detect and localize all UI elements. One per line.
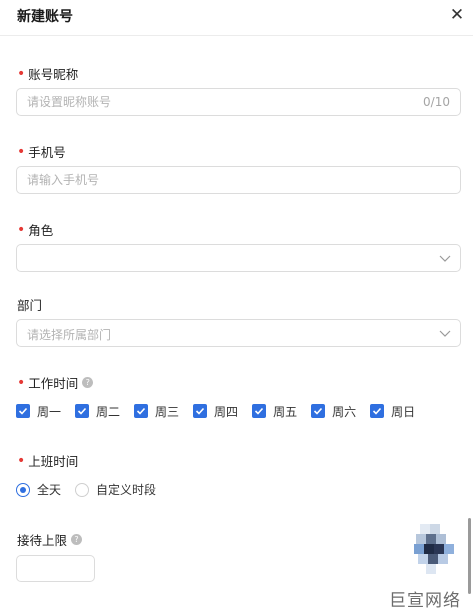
checkbox-checked-icon[interactable]: [311, 404, 326, 418]
checkbox-checked-icon[interactable]: [252, 404, 267, 418]
phone-label-text: 手机号: [28, 145, 66, 160]
weekday-checkbox-wed[interactable]: 周三: [134, 403, 179, 419]
weekday-checkbox-thu[interactable]: 周四: [193, 403, 238, 419]
nickname-input[interactable]: [27, 89, 407, 115]
help-icon[interactable]: ?: [82, 377, 94, 388]
scrollbar[interactable]: [468, 518, 471, 594]
close-icon[interactable]: ✕: [446, 4, 468, 26]
role-label: • 角色: [17, 220, 53, 239]
radio-selected-icon[interactable]: [16, 482, 30, 497]
role-label-text: 角色: [28, 223, 54, 238]
weekday-checkbox-group: 周一 周二 周三 周四 周五 周六 周日: [16, 403, 429, 419]
chevron-down-icon: [439, 330, 451, 337]
weekday-checkbox-fri[interactable]: 周五: [252, 403, 297, 419]
required-mark: •: [17, 221, 26, 238]
reception-limit-label: 接待上限 ?: [17, 530, 83, 549]
weekday-label: 周四: [214, 404, 239, 419]
floating-widget-icon[interactable]: [412, 520, 456, 580]
phone-input[interactable]: [27, 167, 407, 193]
work-time-label-text: 工作时间: [28, 376, 79, 391]
weekday-checkbox-sat[interactable]: 周六: [311, 403, 356, 419]
reception-limit-input[interactable]: [23, 556, 93, 581]
help-icon[interactable]: ?: [71, 534, 83, 545]
nickname-field[interactable]: 0/10: [16, 88, 461, 116]
radio-label: 全天: [37, 483, 62, 497]
required-mark: •: [17, 452, 26, 469]
watermark: 巨宣网络: [389, 591, 461, 611]
radio-all-day[interactable]: 全天: [16, 481, 61, 498]
nickname-counter: 0/10: [423, 95, 450, 109]
checkbox-checked-icon[interactable]: [134, 404, 149, 418]
work-time-label: • 工作时间 ?: [17, 373, 94, 392]
nickname-label-text: 账号昵称: [28, 67, 79, 82]
dialog-title: 新建账号: [17, 9, 73, 25]
checkbox-checked-icon[interactable]: [193, 404, 208, 418]
checkbox-checked-icon[interactable]: [370, 404, 385, 418]
phone-label: • 手机号: [17, 142, 66, 161]
weekday-label: 周五: [273, 404, 298, 419]
weekday-label: 周日: [391, 404, 416, 419]
department-select[interactable]: 请选择所属部门: [16, 319, 461, 347]
reception-limit-label-text: 接待上限: [17, 533, 68, 548]
radio-unselected-icon[interactable]: [75, 482, 90, 497]
reception-limit-field[interactable]: [16, 555, 95, 582]
weekday-checkbox-mon[interactable]: 周一: [16, 403, 61, 419]
nickname-label: • 账号昵称: [17, 64, 78, 83]
weekday-checkbox-sun[interactable]: 周日: [370, 403, 415, 419]
checkbox-checked-icon[interactable]: [75, 404, 90, 418]
radio-label: 自定义时段: [96, 483, 157, 497]
department-label-text: 部门: [17, 298, 43, 313]
required-mark: •: [17, 143, 26, 160]
dialog-header: 新建账号 ✕: [0, 0, 473, 36]
department-placeholder: 请选择所属部门: [27, 328, 112, 342]
role-select[interactable]: [16, 244, 461, 272]
required-mark: •: [17, 65, 26, 82]
department-label: 部门: [17, 295, 42, 314]
checkbox-checked-icon[interactable]: [16, 404, 30, 418]
chevron-down-icon: [439, 255, 451, 262]
shift-radio-group: 全天 自定义时段: [16, 481, 170, 498]
weekday-label: 周六: [332, 404, 357, 419]
radio-custom-period[interactable]: 自定义时段: [75, 481, 156, 498]
required-mark: •: [17, 374, 26, 391]
shift-time-label-text: 上班时间: [28, 454, 79, 469]
shift-time-label: • 上班时间: [17, 451, 78, 470]
weekday-label: 周三: [155, 404, 180, 419]
weekday-label: 周二: [96, 404, 121, 419]
phone-field[interactable]: [16, 166, 461, 194]
weekday-label: 周一: [37, 404, 62, 419]
weekday-checkbox-tue[interactable]: 周二: [75, 403, 120, 419]
